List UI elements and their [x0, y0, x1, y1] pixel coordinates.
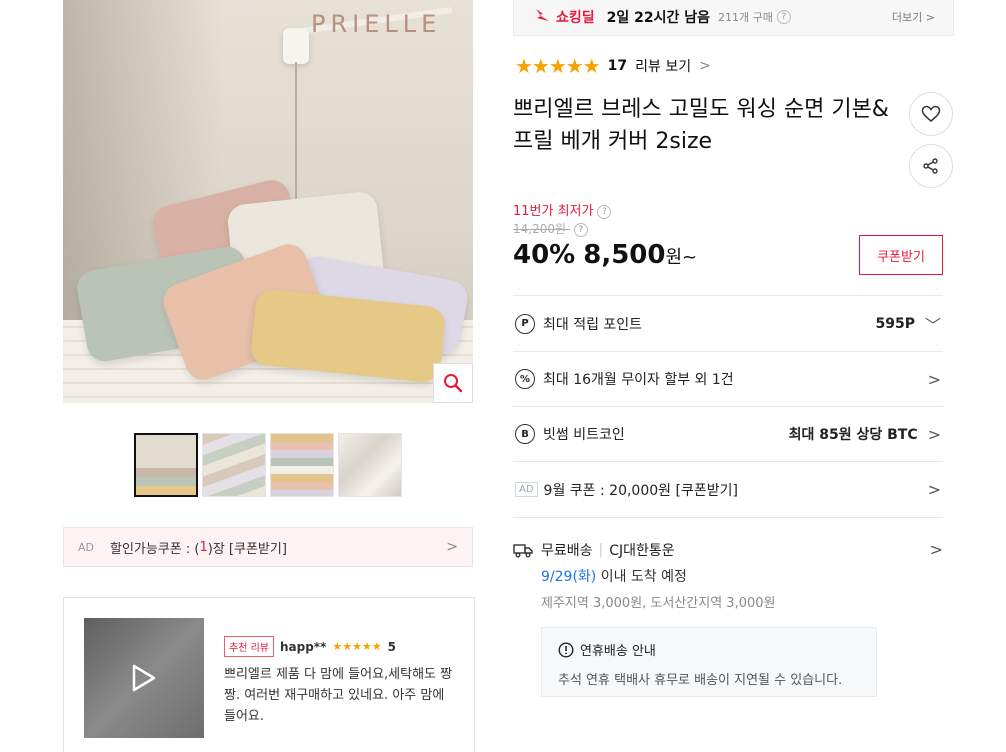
ad-label: AD — [78, 540, 94, 554]
divider: | — [598, 542, 604, 558]
notice-title: 연휴배송 안내 — [580, 644, 656, 659]
original-price: 14,200원 — [513, 222, 567, 236]
chevron-right-icon: > — [446, 539, 458, 555]
zoom-button[interactable] — [433, 363, 473, 403]
thumbnail-3[interactable] — [270, 433, 334, 497]
chevron-down-icon: ﹀ — [924, 315, 941, 335]
shipping-carrier: CJ대한통운 — [609, 543, 675, 559]
thumbnail-1[interactable] — [134, 433, 198, 497]
photo-lamp-base — [283, 28, 309, 64]
rating-stars: ★★★★★ — [515, 54, 601, 78]
review-text: 쁘리엘르 제품 다 맘에 들어요,세탁해도 짱짱. 여러번 재구매하고 있네요.… — [224, 667, 453, 724]
coupon-ad-suffix: )장 [쿠폰받기] — [207, 541, 287, 557]
shocking-deal-bar: 쇼킹딜 2일 22시간 남음 211개 구매 ? 더보기 > — [513, 0, 954, 36]
coupon-ad-banner[interactable]: AD 할인가능쿠폰 : (1)장 [쿠폰받기] > — [63, 527, 473, 567]
info-row-bitcoin[interactable]: B 빗썸 비트코인 최대 85원 상당 BTC > — [513, 406, 943, 461]
review-count: 17 — [607, 58, 628, 74]
chevron-right-icon: > — [927, 369, 941, 389]
help-icon[interactable]: ? — [776, 10, 791, 24]
product-title: 쁘리엘르 브레스 고밀도 워싱 순면 기본&프릴 베개 커버 2size — [513, 97, 889, 154]
main-product-image[interactable]: PRIELLE — [63, 0, 473, 403]
lowest-price-text: 11번가 최저가 — [513, 204, 594, 219]
info-row-value: 595P — [875, 315, 915, 332]
thumbnail-strip — [134, 433, 402, 497]
share-button[interactable] — [909, 144, 953, 188]
share-icon — [923, 158, 938, 174]
wishlist-button[interactable] — [909, 92, 953, 136]
percent-icon: % — [515, 369, 535, 389]
chevron-right-icon: > — [699, 58, 711, 74]
chevron-right-icon: > — [927, 424, 941, 444]
info-row-coupon[interactable]: AD 9월 쿠폰 : 20,000원 [쿠폰받기] > — [513, 461, 943, 517]
price-row: 40% 8,500 원~ — [513, 240, 697, 270]
free-shipping-label: 무료배송 — [541, 543, 593, 559]
info-row-label: 최대 적립 포인트 — [543, 316, 643, 333]
sale-price: 8,500 — [583, 240, 666, 270]
review-card[interactable]: 추천 리뷰 happ** ★★★★★ 5 쁘리엘르 제품 다 맘에 들어요,세탁… — [63, 597, 475, 752]
info-row-label: 9월 쿠폰 : 20,000원 [쿠폰받기] — [543, 482, 738, 499]
thumbnail-4[interactable] — [338, 433, 402, 497]
rating-row[interactable]: ★★★★★ 17 리뷰 보기 > — [515, 54, 711, 78]
extra-shipping-fee: 제주지역 3,000원, 도서산간지역 3,000원 — [541, 596, 776, 611]
truck-icon — [513, 544, 533, 558]
review-meta: 추천 리뷰 happ** ★★★★★ 5 — [224, 636, 396, 657]
discount-rate: 40% — [513, 240, 576, 270]
bitcoin-icon: B — [515, 424, 535, 444]
recommended-review-badge: 추천 리뷰 — [224, 636, 274, 657]
thumbnail-2[interactable] — [202, 433, 266, 497]
info-row-value: 최대 85원 상당 BTC — [788, 427, 918, 443]
deal-more-link[interactable]: 더보기 > — [892, 9, 935, 25]
review-stars: ★★★★★ — [332, 640, 382, 653]
shipping-summary: 무료배송 | CJ대한통운 — [513, 540, 943, 560]
arrival-date: 9/29(화) — [541, 569, 597, 585]
shipping-section[interactable]: 무료배송 | CJ대한통운 9/29(화) 이내 도착 예정 제주지역 3,00… — [513, 517, 943, 611]
info-row-label: 최대 16개월 무이자 할부 외 1건 — [543, 372, 734, 388]
notice-text: 추석 연휴 택배사 휴무로 배송이 지연될 수 있습니다. — [558, 673, 843, 688]
search-icon — [444, 374, 463, 393]
help-icon[interactable]: ? — [597, 204, 612, 219]
shocking-deal-label: 쇼킹딜 — [556, 10, 595, 26]
coupon-button[interactable]: 쿠폰받기 — [859, 235, 943, 275]
chevron-right-icon: > — [927, 480, 941, 499]
shocking-deal-icon — [534, 7, 552, 27]
brand-logo: PRIELLE — [311, 10, 442, 38]
help-icon[interactable]: ? — [573, 222, 588, 237]
heart-icon — [921, 105, 941, 122]
review-user: happ** — [279, 639, 327, 654]
review-score: 5 — [387, 639, 397, 654]
info-row-points[interactable]: P 최대 적립 포인트 595P ﹀ — [513, 295, 943, 351]
ad-label: AD — [515, 482, 538, 497]
deal-purchase-count: 211개 구매 — [718, 11, 773, 24]
price-unit: 원~ — [665, 247, 698, 268]
notice-title-row: 연휴배송 안내 — [558, 640, 860, 659]
holiday-shipping-notice: 연휴배송 안내 추석 연휴 택배사 휴무로 배송이 지연될 수 있습니다. — [541, 627, 877, 697]
play-icon — [132, 664, 156, 692]
review-link[interactable]: 리뷰 보기 — [635, 56, 691, 76]
original-price-row: 14,200원 ? — [513, 220, 588, 237]
deal-time-left: 2일 22시간 남음 — [606, 10, 711, 26]
info-row-installment[interactable]: % 최대 16개월 무이자 할부 외 1건 > — [513, 351, 943, 406]
info-row-label: 빗썸 비트코인 — [543, 427, 625, 443]
arrival-text: 이내 도착 예정 — [596, 569, 687, 585]
lowest-price-label: 11번가 최저가? — [513, 200, 612, 219]
arrival-estimate: 9/29(화) 이내 도착 예정 — [541, 566, 943, 586]
chevron-right-icon: > — [929, 540, 943, 559]
info-icon — [558, 641, 574, 658]
points-icon: P — [515, 313, 535, 334]
coupon-ad-count: 1 — [199, 539, 208, 555]
review-video[interactable] — [84, 618, 204, 738]
coupon-ad-prefix: 할인가능쿠폰 : ( — [110, 541, 200, 557]
